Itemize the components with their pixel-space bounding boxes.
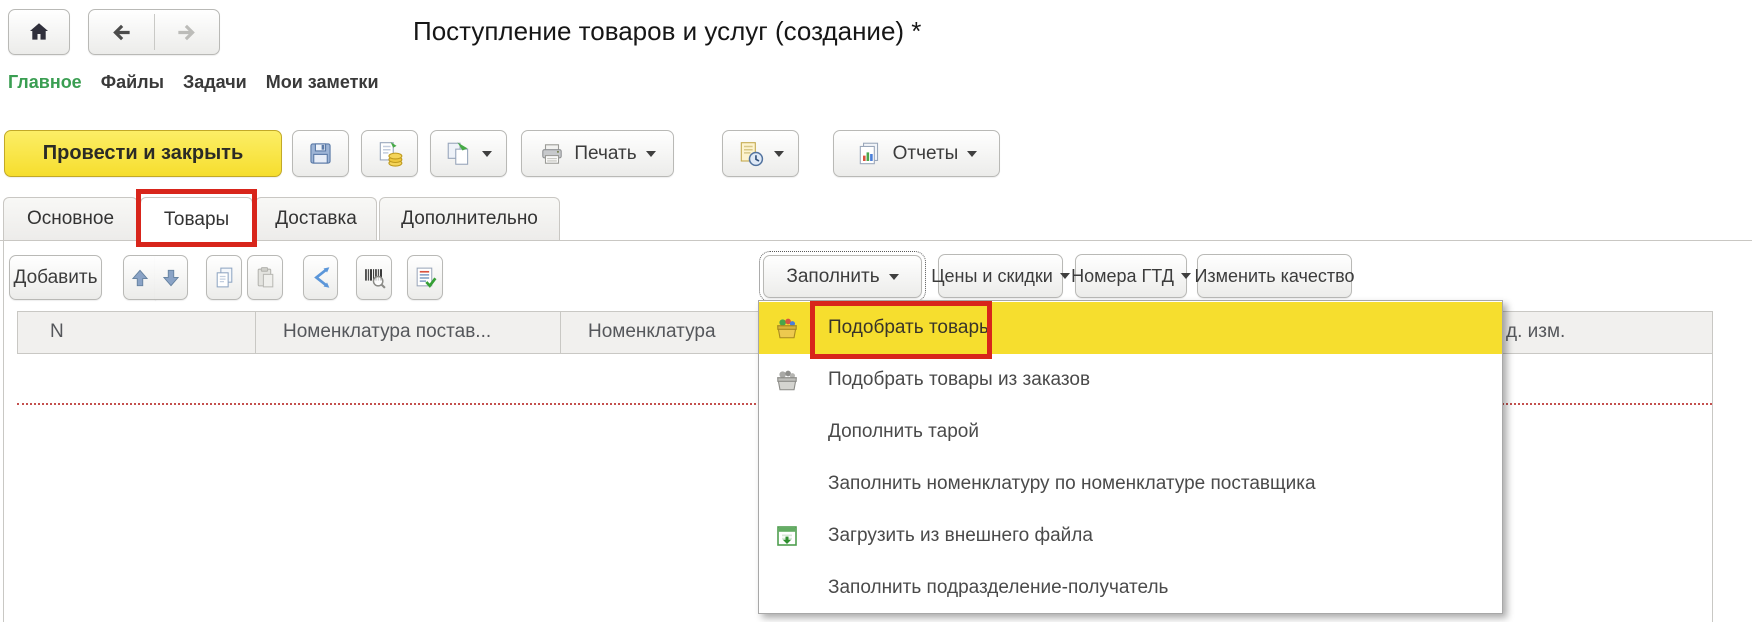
column-header-supplier-nomenclature[interactable]: Номенклатура постав... bbox=[283, 321, 491, 343]
menu-item-load-external-file[interactable]: Загрузить из внешнего файла bbox=[759, 510, 1502, 562]
document-history-button[interactable] bbox=[722, 130, 799, 177]
post-document-button[interactable] bbox=[361, 130, 418, 177]
column-header-unit[interactable]: д. изм. bbox=[1506, 321, 1565, 343]
move-up-icon bbox=[129, 267, 151, 289]
tab-additional[interactable]: Дополнительно bbox=[379, 197, 560, 240]
column-header-number[interactable]: N bbox=[50, 321, 64, 343]
blue-arrows-icon bbox=[308, 265, 333, 290]
tabstrip-baseline bbox=[0, 240, 1752, 241]
chevron-down-icon bbox=[774, 151, 784, 157]
home-icon bbox=[27, 20, 51, 44]
barcode-search-icon bbox=[362, 265, 387, 290]
barcode-search-button[interactable] bbox=[356, 255, 392, 300]
menu-item-add-packaging[interactable]: Дополнить тарой bbox=[759, 406, 1502, 458]
panel-left-border bbox=[3, 241, 4, 622]
print-button[interactable]: Печать bbox=[521, 130, 674, 177]
back-icon bbox=[110, 21, 133, 44]
nav-item-notes[interactable]: Мои заметки bbox=[266, 72, 379, 93]
annotation-box-pick-goods bbox=[810, 301, 992, 359]
tab-main[interactable]: Основное bbox=[3, 197, 138, 240]
column-header-nomenclature[interactable]: Номенклатура bbox=[588, 321, 716, 343]
page-title: Поступление товаров и услуг (создание) * bbox=[413, 16, 921, 47]
fill-check-button[interactable] bbox=[407, 255, 443, 300]
forward-icon bbox=[175, 21, 198, 44]
save-icon bbox=[307, 140, 334, 167]
tab-delivery[interactable]: Доставка bbox=[255, 197, 377, 240]
post-document-icon bbox=[376, 140, 404, 168]
chevron-down-icon bbox=[646, 151, 656, 157]
prices-discounts-button[interactable]: Цены и скидки bbox=[938, 254, 1063, 298]
column-divider bbox=[255, 312, 256, 353]
change-structure-button[interactable] bbox=[303, 255, 338, 300]
create-based-on-button[interactable] bbox=[430, 130, 507, 177]
chevron-down-icon bbox=[967, 151, 977, 157]
table-right-border bbox=[1712, 311, 1713, 622]
copy-icon bbox=[212, 265, 237, 290]
home-button[interactable] bbox=[8, 9, 70, 55]
column-divider bbox=[560, 312, 561, 353]
move-down-button[interactable] bbox=[155, 255, 188, 300]
gtd-numbers-button[interactable]: Номера ГТД bbox=[1075, 254, 1187, 298]
fill-menu-button[interactable]: Заполнить bbox=[763, 255, 922, 298]
group-divider bbox=[154, 14, 155, 50]
print-icon bbox=[539, 141, 565, 167]
copy-row-button[interactable] bbox=[206, 255, 242, 300]
move-up-button[interactable] bbox=[123, 255, 156, 300]
forward-button[interactable] bbox=[154, 21, 219, 44]
history-nav-group bbox=[88, 9, 220, 55]
nav-item-tasks[interactable]: Задачи bbox=[183, 72, 247, 93]
receipt-document-window: Поступление товаров и услуг (создание) *… bbox=[0, 0, 1752, 622]
nav-item-main[interactable]: Главное bbox=[8, 72, 82, 93]
post-and-close-button[interactable]: Провести и закрыть bbox=[4, 130, 282, 177]
back-button[interactable] bbox=[89, 21, 154, 44]
pick-goods-from-orders-icon bbox=[773, 368, 801, 392]
chevron-down-icon bbox=[1060, 273, 1070, 279]
menu-item-fill-nomenclature-by-supplier[interactable]: Заполнить номенклатуру по номенклатуре п… bbox=[759, 458, 1502, 510]
pick-goods-icon bbox=[773, 316, 801, 340]
reports-button[interactable]: Отчеты bbox=[833, 130, 1000, 177]
paste-row-button[interactable] bbox=[247, 255, 283, 300]
load-external-file-icon bbox=[773, 524, 801, 548]
chevron-down-icon bbox=[889, 274, 899, 280]
fill-check-icon bbox=[413, 265, 438, 290]
paste-icon bbox=[253, 265, 278, 290]
move-down-icon bbox=[160, 267, 182, 289]
nav-item-files[interactable]: Файлы bbox=[101, 72, 164, 93]
chevron-down-icon bbox=[1181, 273, 1191, 279]
add-row-button[interactable]: Добавить bbox=[9, 255, 102, 300]
create-based-on-icon bbox=[445, 140, 473, 168]
chevron-down-icon bbox=[482, 151, 492, 157]
menu-item-fill-recipient-department[interactable]: Заполнить подразделение-получатель bbox=[759, 562, 1502, 614]
save-button[interactable] bbox=[292, 130, 349, 177]
menu-item-pick-goods-from-orders[interactable]: Подобрать товары из заказов bbox=[759, 354, 1502, 406]
reports-icon bbox=[856, 140, 884, 168]
change-quality-button[interactable]: Изменить качество bbox=[1197, 254, 1352, 298]
annotation-box-goods-tab bbox=[136, 189, 257, 247]
subsystem-nav: Главное Файлы Задачи Мои заметки bbox=[8, 72, 379, 93]
document-history-icon bbox=[737, 140, 765, 168]
